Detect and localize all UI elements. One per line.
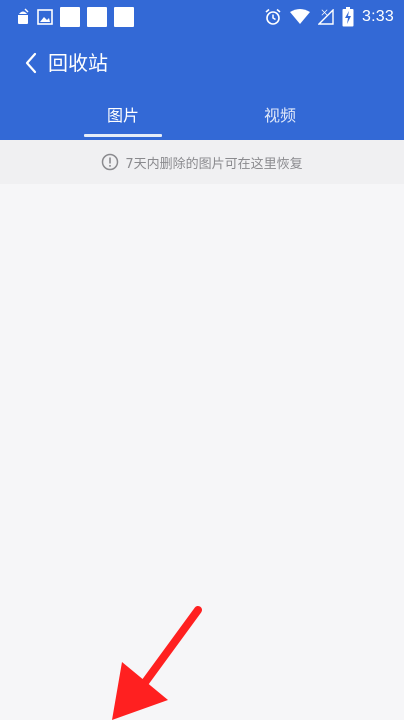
status-bar: 3:33: [0, 0, 404, 34]
wifi-icon: [290, 9, 311, 25]
android-notification-icon: [16, 8, 30, 26]
battery-charging-icon: [342, 7, 354, 27]
annotation-arrow-icon: [112, 606, 202, 720]
title-row: 回收站: [0, 42, 404, 84]
notification-square: [114, 7, 134, 27]
info-icon: [102, 153, 119, 171]
image-notification-icon: [37, 9, 53, 25]
back-button[interactable]: [16, 48, 46, 78]
retention-notice-text: 7天内删除的图片可在这里恢复: [125, 156, 303, 172]
tab-videos-label: 视频: [263, 106, 296, 125]
status-notifications: [16, 7, 134, 27]
alarm-icon: [264, 8, 282, 26]
tab-pictures-label: 图片: [106, 106, 139, 125]
tab-pictures[interactable]: 图片: [58, 96, 188, 140]
signal-icon: [318, 9, 334, 25]
page-title: 回收站: [48, 51, 108, 75]
tab-bar: 图片 视频: [0, 96, 404, 140]
app-header: 3:33 回收站 图片 视频: [0, 0, 404, 140]
status-time: 3:33: [362, 8, 394, 25]
notification-square: [87, 7, 107, 27]
chevron-left-icon: [25, 52, 37, 74]
retention-notice: 7天内删除的图片可在这里恢复: [0, 140, 404, 184]
recycle-bin-screen: 3:33 回收站 图片 视频 7天内删除的图片可在这里恢复: [0, 0, 404, 720]
status-system: 3:33: [264, 5, 394, 29]
active-tab-indicator: [84, 134, 162, 137]
tab-videos[interactable]: 视频: [215, 96, 345, 140]
notification-square: [60, 7, 80, 27]
